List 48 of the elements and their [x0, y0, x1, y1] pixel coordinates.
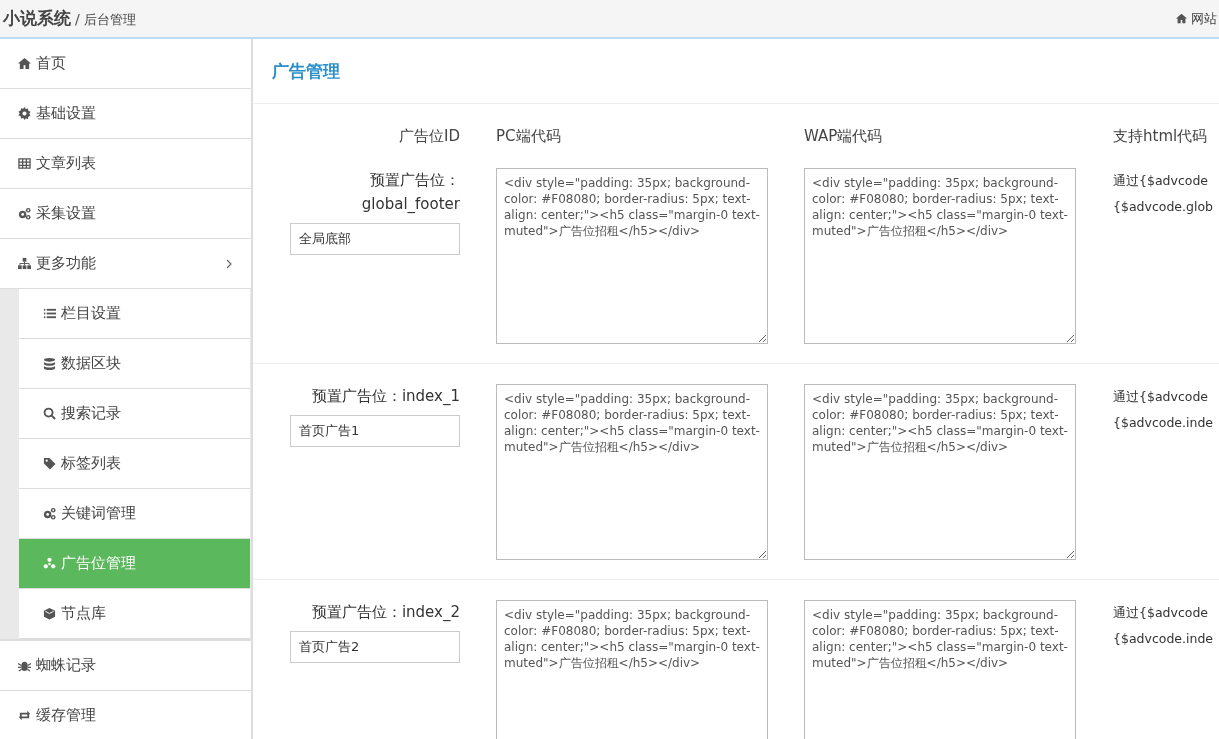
sidebar-item[interactable]: 数据区块 — [19, 339, 250, 389]
database-icon — [43, 357, 56, 370]
home-icon — [18, 57, 31, 70]
usage-text: 通过{$advcode — [1113, 172, 1210, 190]
numbered-list-icon — [43, 307, 56, 320]
pinwheel-icon — [43, 557, 56, 570]
usage-text: 通过{$advcode — [1113, 604, 1210, 622]
pc-code-field[interactable]: <div style="padding: 35px; background-color: #F08080; border-radius: 5px; text-align: center;"><h5 class="margin-0 text-muted">广告位招租</h5></div> — [496, 384, 768, 560]
cube-icon — [43, 607, 56, 620]
page-title: 广告管理 — [253, 39, 1219, 104]
column-header: 支持html代码 — [1113, 126, 1209, 146]
table-icon — [18, 157, 31, 170]
gears-icon — [43, 507, 56, 520]
sidebar-item[interactable]: 标签列表 — [19, 439, 250, 489]
refresh-icon — [18, 709, 31, 722]
usage-text: {$advcode.glob — [1113, 198, 1214, 216]
breadcrumb-text: 后台管理 — [83, 11, 136, 29]
gear-icon — [18, 107, 31, 120]
pc-code-field[interactable]: <div style="padding: 35px; background-color: #F08080; border-radius: 5px; text-align: center;"><h5 class="margin-0 text-muted">广告位招租</h5></div> — [496, 168, 768, 344]
slot-label: 预置广告位：index_1 — [311, 386, 460, 407]
slot-label: 预置广告位：index_2 — [311, 602, 460, 623]
site-home-link[interactable]: 网站 — [1176, 9, 1217, 28]
search-icon — [43, 407, 56, 420]
name-field[interactable]: 首页广告2 — [290, 631, 460, 663]
name-field[interactable]: 全局底部 — [290, 223, 460, 255]
sitemap-icon — [18, 257, 31, 270]
breadcrumb-separator: / — [75, 11, 80, 27]
name-field[interactable]: 首页广告1 — [290, 415, 460, 447]
column-header: PC端代码 — [496, 126, 562, 146]
wap-code-field[interactable]: <div style="padding: 35px; background-color: #F08080; border-radius: 5px; text-align: center;"><h5 class="margin-0 text-muted">广告位招租</h5></div> — [804, 600, 1076, 739]
usage-text: {$advcode.inde — [1113, 414, 1215, 432]
pc-code-field[interactable]: <div style="padding: 35px; background-color: #F08080; border-radius: 5px; text-align: center;"><h5 class="margin-0 text-muted">广告位招租</h5></div> — [496, 600, 768, 739]
column-header: 广告位ID — [398, 126, 460, 146]
usage-text: 通过{$advcode — [1113, 388, 1210, 406]
home-icon — [1176, 13, 1187, 24]
tag-icon — [43, 457, 56, 470]
bug-icon — [18, 659, 31, 672]
sidebar-item[interactable]: 搜索记录 — [19, 389, 250, 439]
usage-text: {$advcode.inde — [1113, 630, 1215, 648]
gears-icon — [18, 207, 31, 220]
sidebar-item[interactable]: 关键词管理 — [19, 489, 250, 539]
sidebar-item[interactable]: 节点库 — [19, 589, 250, 639]
slot-label: 预置广告位：global_footer — [360, 170, 460, 215]
column-header: WAP端代码 — [804, 126, 884, 146]
brand-title: 小说系统 — [3, 7, 71, 30]
wap-code-field[interactable]: <div style="padding: 35px; background-color: #F08080; border-radius: 5px; text-align: center;"><h5 class="margin-0 text-muted">广告位招租</h5></div> — [804, 384, 1076, 560]
wap-code-field[interactable]: <div style="padding: 35px; background-color: #F08080; border-radius: 5px; text-align: center;"><h5 class="margin-0 text-muted">广告位招租</h5></div> — [804, 168, 1076, 344]
sidebar-item[interactable]: 栏目设置 — [19, 289, 250, 339]
